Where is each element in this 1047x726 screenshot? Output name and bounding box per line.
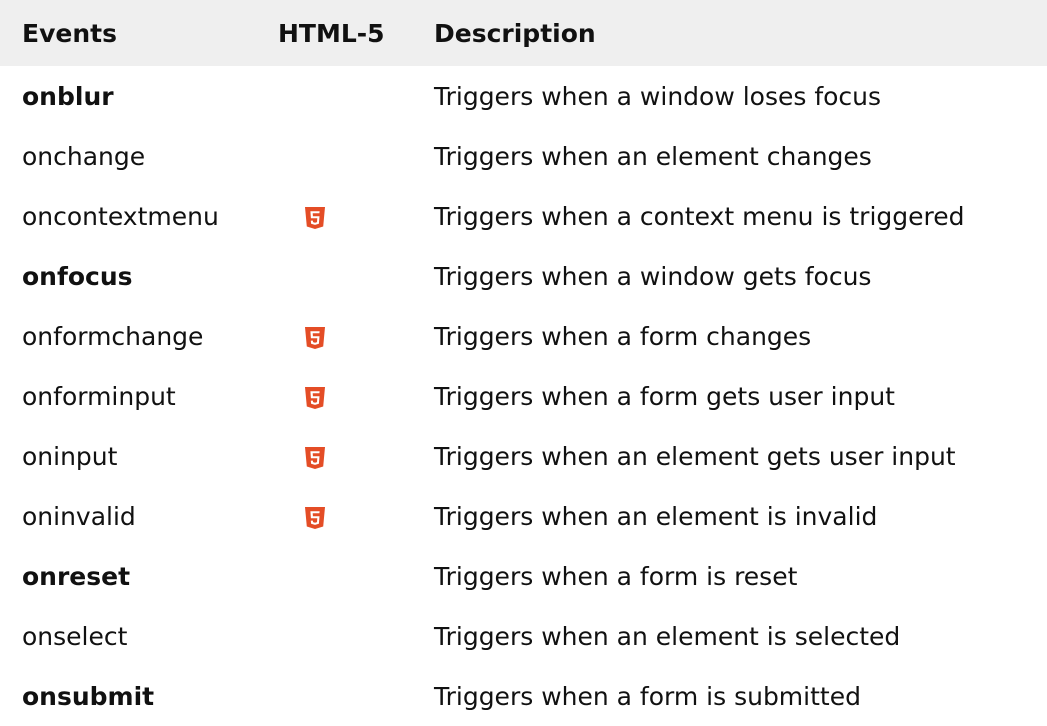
html5-cell [262,66,424,126]
table-row: onfocus Triggers when a window gets focus [0,246,1047,306]
event-name: oninvalid [22,501,136,531]
header-html5: HTML-5 [278,18,385,48]
html5-cell [262,306,424,366]
table-row: oninput Triggers when an element gets use… [0,426,1047,486]
event-name: onfocus [22,261,133,291]
html5-cell [262,186,424,246]
html5-cell [262,666,424,726]
table-row: onforminput Triggers when a form gets use… [0,366,1047,426]
html5-cell [262,606,424,666]
html5-cell [262,546,424,606]
event-description: Triggers when a form is reset [434,561,798,591]
html5-shield-icon [304,326,326,350]
event-name: onselect [22,621,128,651]
header-description: Description [434,18,596,48]
event-description: Triggers when a context menu is triggere… [434,201,965,231]
html5-cell [262,246,424,306]
table-row: onchange Triggers when an element changes [0,126,1047,186]
table-row: onformchange Triggers when a form changes [0,306,1047,366]
event-name: onblur [22,81,114,111]
event-description: Triggers when an element gets user input [434,441,956,471]
html5-shield-icon [304,386,326,410]
event-description: Triggers when a window loses focus [434,81,882,111]
header-row: Events HTML-5 Description [0,0,1047,66]
event-name: oninput [22,441,118,471]
table-row: onreset Triggers when a form is reset [0,546,1047,606]
event-name: onsubmit [22,681,155,711]
html5-cell [262,486,424,546]
event-name: onreset [22,561,131,591]
html5-cell [262,426,424,486]
table-row: onselect Triggers when an element is sele… [0,606,1047,666]
event-name: onchange [22,141,146,171]
html5-shield-icon [304,506,326,530]
event-description: Triggers when a form gets user input [434,381,895,411]
event-name: oncontextmenu [22,201,219,231]
html5-cell [262,126,424,186]
html5-shield-icon [304,206,326,230]
table-row: oncontextmenu Triggers when a context men… [0,186,1047,246]
event-name: onformchange [22,321,204,351]
events-table: Events HTML-5 Description onblur Triggers… [0,0,1047,726]
table-row: onsubmit Triggers when a form is submitte… [0,666,1047,726]
event-description: Triggers when an element is selected [434,621,901,651]
event-description: Triggers when an element changes [434,141,872,171]
table-row: onblur Triggers when a window loses focus [0,66,1047,126]
event-description: Triggers when a form is submitted [434,681,861,711]
table-row: oninvalid Triggers when an element is inv… [0,486,1047,546]
html5-shield-icon [304,446,326,470]
event-description: Triggers when a form changes [434,321,812,351]
table-body: onblur Triggers when a window loses focus… [0,66,1047,726]
event-description: Triggers when an element is invalid [434,501,878,531]
event-description: Triggers when a window gets focus [434,261,872,291]
header-events: Events [22,18,117,48]
html5-cell [262,366,424,426]
event-name: onforminput [22,381,176,411]
